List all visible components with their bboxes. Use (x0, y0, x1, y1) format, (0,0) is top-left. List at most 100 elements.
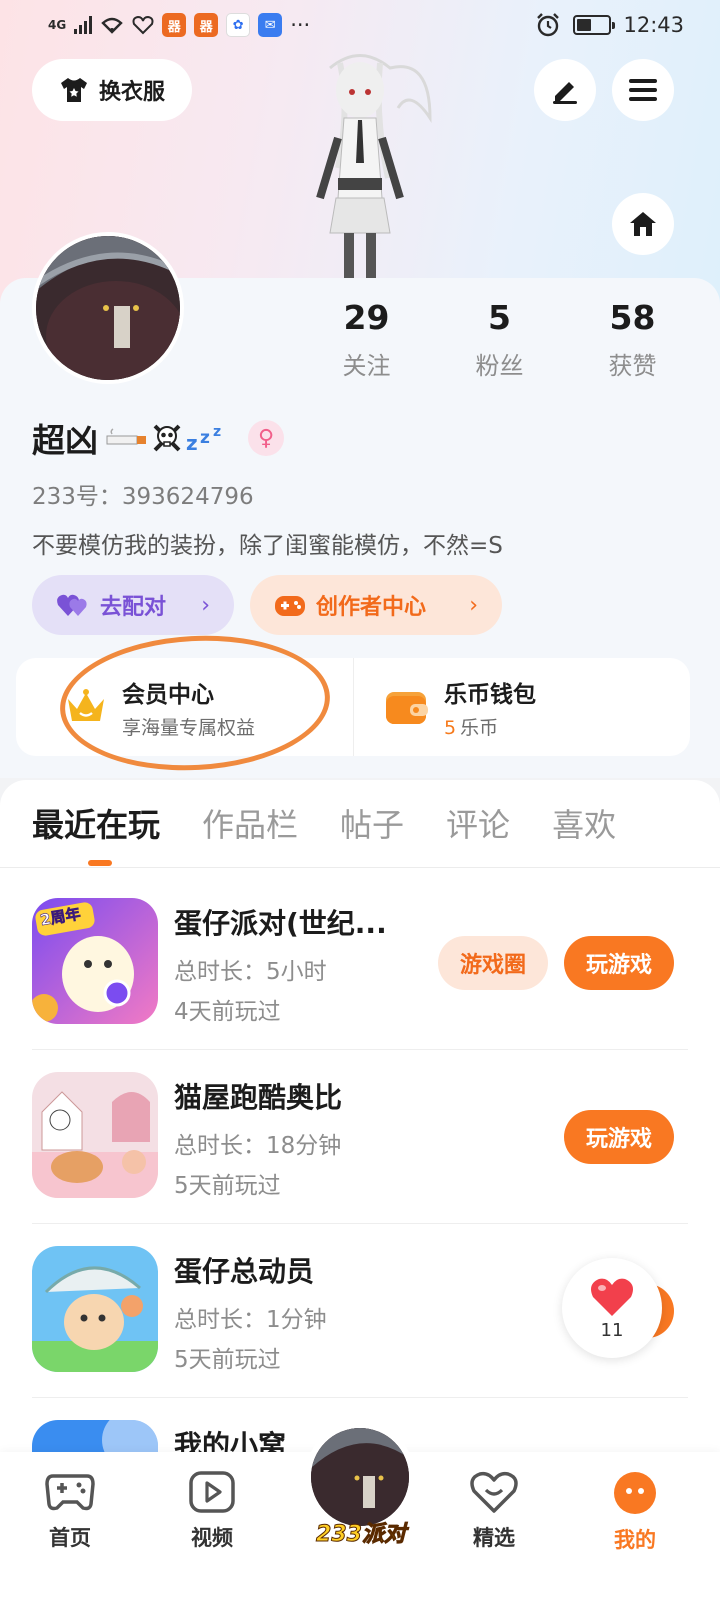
following-stat[interactable]: 29 关注 (300, 296, 433, 381)
likes-count: 58 (609, 298, 656, 337)
nav-home-label: 首页 (49, 1526, 91, 1550)
game-name: 蛋仔总动员 (174, 1255, 315, 1288)
mail-icon: ✉ (258, 13, 283, 37)
vip-center-entry[interactable]: 会员中心 享海量专属权益 (16, 658, 353, 756)
game-last-played: 5天前玩过 (174, 1173, 281, 1199)
gamepad-icon (275, 596, 305, 616)
user-id[interactable]: 233号：393624796 (32, 477, 254, 511)
tab-comments[interactable]: 评论 (446, 800, 510, 850)
battery-icon (573, 15, 616, 35)
tab-recently-played[interactable]: 最近在玩 (32, 800, 160, 850)
avatar-image (36, 236, 180, 380)
vip-subtitle: 享海量专属权益 (122, 716, 256, 739)
zzz-icon: zzz (186, 424, 221, 452)
profile-face-icon (614, 1472, 656, 1514)
creator-center-button[interactable]: 创作者中心 › (250, 575, 502, 635)
user-bio: 不要模仿我的装扮，除了闺蜜能模仿，不然=S (32, 533, 503, 559)
game-name: 蛋仔派对(世纪... (174, 907, 387, 940)
likes-label: 获赞 (608, 352, 657, 380)
fans-label: 粉丝 (475, 352, 524, 380)
character-avatar-figure[interactable] (280, 48, 440, 283)
game-name: 猫屋跑酷奥比 (174, 1081, 343, 1114)
more-notifications-icon: ··· (290, 13, 311, 37)
match-button[interactable]: 去配对 › (32, 575, 234, 635)
video-play-icon (189, 1471, 235, 1513)
game-icon-my-nest[interactable] (32, 1420, 158, 1452)
gamepad-icon (45, 1474, 95, 1511)
game-list-item[interactable]: 2周年 蛋仔派对(世纪... 总时长：5小时 4天前玩过 游戏圈 玩游戏 (32, 876, 688, 1050)
likes-stat[interactable]: 58 获赞 (566, 296, 699, 381)
wallet-title: 乐币钱包 (444, 681, 536, 708)
cigarette-icon (106, 428, 146, 445)
fans-stat[interactable]: 5 粉丝 (433, 296, 566, 381)
avatar[interactable] (32, 232, 184, 384)
nav-home[interactable]: 首页 (20, 1470, 120, 1552)
following-label: 关注 (342, 352, 391, 380)
wallet-entry[interactable]: 乐币钱包 5 乐币 (353, 658, 690, 756)
home-button[interactable] (612, 193, 674, 255)
status-bar: 4G 器 器 ✿ ✉ ··· 12:43 (0, 0, 720, 50)
nickname-row: 超凶 zzz ♀ (32, 412, 284, 464)
wallet-balance: 5 乐币 (444, 713, 536, 740)
svg-text:z: z (213, 424, 221, 440)
wifi-icon (101, 17, 123, 34)
vip-wallet-card: 会员中心 享海量专属权益 乐币钱包 5 乐币 (16, 658, 690, 756)
nav-me[interactable]: 我的 (585, 1470, 685, 1554)
nav-video-label: 视频 (191, 1526, 233, 1550)
match-label: 去配对 (100, 595, 167, 620)
chevron-right-icon: › (201, 592, 210, 618)
profile-stats: 29 关注 5 粉丝 58 获赞 (300, 296, 700, 381)
play-game-button[interactable]: 玩游戏 (564, 1110, 674, 1164)
menu-button[interactable] (612, 59, 674, 121)
game-list-item[interactable]: 猫屋跑酷奥比 总时长：18分钟 5天前玩过 玩游戏 (32, 1050, 688, 1224)
tab-likes[interactable]: 喜欢 (552, 800, 616, 850)
change-outfit-button[interactable]: 换衣服 (32, 59, 192, 121)
game-duration: 总时长：18分钟 (174, 1133, 342, 1159)
wallet-icon (386, 692, 428, 724)
nickname-emojis: zzz (106, 423, 228, 453)
wallet-amount: 5 (444, 716, 457, 739)
skull-crossbones-icon (153, 424, 181, 452)
edit-profile-button[interactable] (534, 59, 596, 121)
menu-icon (629, 79, 657, 101)
paw-icon: ✿ (226, 13, 251, 37)
nickname: 超凶 (32, 421, 98, 460)
nav-video[interactable]: 视频 (162, 1470, 262, 1552)
creator-center-label: 创作者中心 (316, 595, 427, 620)
game-icon-image (32, 1072, 158, 1198)
tab-works[interactable]: 作品栏 (202, 800, 298, 850)
profile-tabs: 最近在玩 作品栏 帖子 评论 喜欢 (32, 800, 616, 850)
app-icon: 器 (194, 13, 219, 37)
nav-party-label: 233派对 (316, 1522, 407, 1548)
game-circle-button[interactable]: 游戏圈 (438, 936, 548, 990)
nav-featured[interactable]: 精选 (444, 1470, 544, 1552)
edit-icon (553, 82, 577, 104)
like-count: 11 (600, 1319, 624, 1341)
play-game-button[interactable]: 玩游戏 (564, 936, 674, 990)
wallet-unit: 乐币 (460, 716, 499, 739)
change-outfit-label: 换衣服 (98, 80, 165, 105)
female-gender-icon: ♀ (248, 420, 284, 456)
nav-featured-label: 精选 (473, 1526, 515, 1550)
clock-time: 12:43 (623, 13, 684, 37)
signal-icon (74, 16, 93, 34)
game-icon-cat-house-parkour[interactable] (32, 1072, 158, 1198)
tabs-divider (0, 867, 720, 868)
svg-text:z: z (186, 431, 198, 452)
crown-icon (68, 689, 104, 721)
tab-posts[interactable]: 帖子 (340, 800, 404, 850)
fans-count: 5 (488, 298, 511, 337)
game-icon-eggy-go[interactable] (32, 1246, 158, 1372)
like-float-button[interactable]: 11 (562, 1258, 662, 1358)
home-icon (630, 212, 656, 236)
game-duration: 总时长：5小时 (174, 959, 327, 985)
active-tab-indicator (88, 860, 112, 866)
svg-text:z: z (200, 428, 210, 448)
app-icon: 器 (162, 13, 187, 37)
chevron-right-icon: › (469, 592, 478, 618)
game-icon-image (32, 1246, 158, 1372)
party-avatar-image (311, 1428, 409, 1526)
double-heart-icon (57, 594, 87, 616)
game-duration: 总时长：1分钟 (174, 1307, 327, 1333)
tshirt-icon (60, 78, 87, 102)
